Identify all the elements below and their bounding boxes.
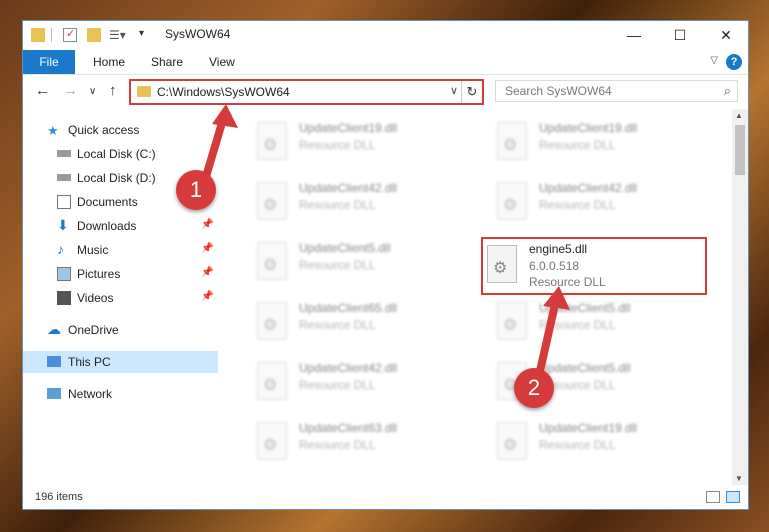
arrow-2-head — [543, 286, 570, 310]
annotation-arrows — [198, 104, 570, 384]
annotation-badge-1: 1 — [176, 170, 216, 210]
arrow-1-head — [212, 104, 238, 128]
arrow-2 — [534, 296, 560, 384]
annotation-badge-2: 2 — [514, 368, 554, 408]
